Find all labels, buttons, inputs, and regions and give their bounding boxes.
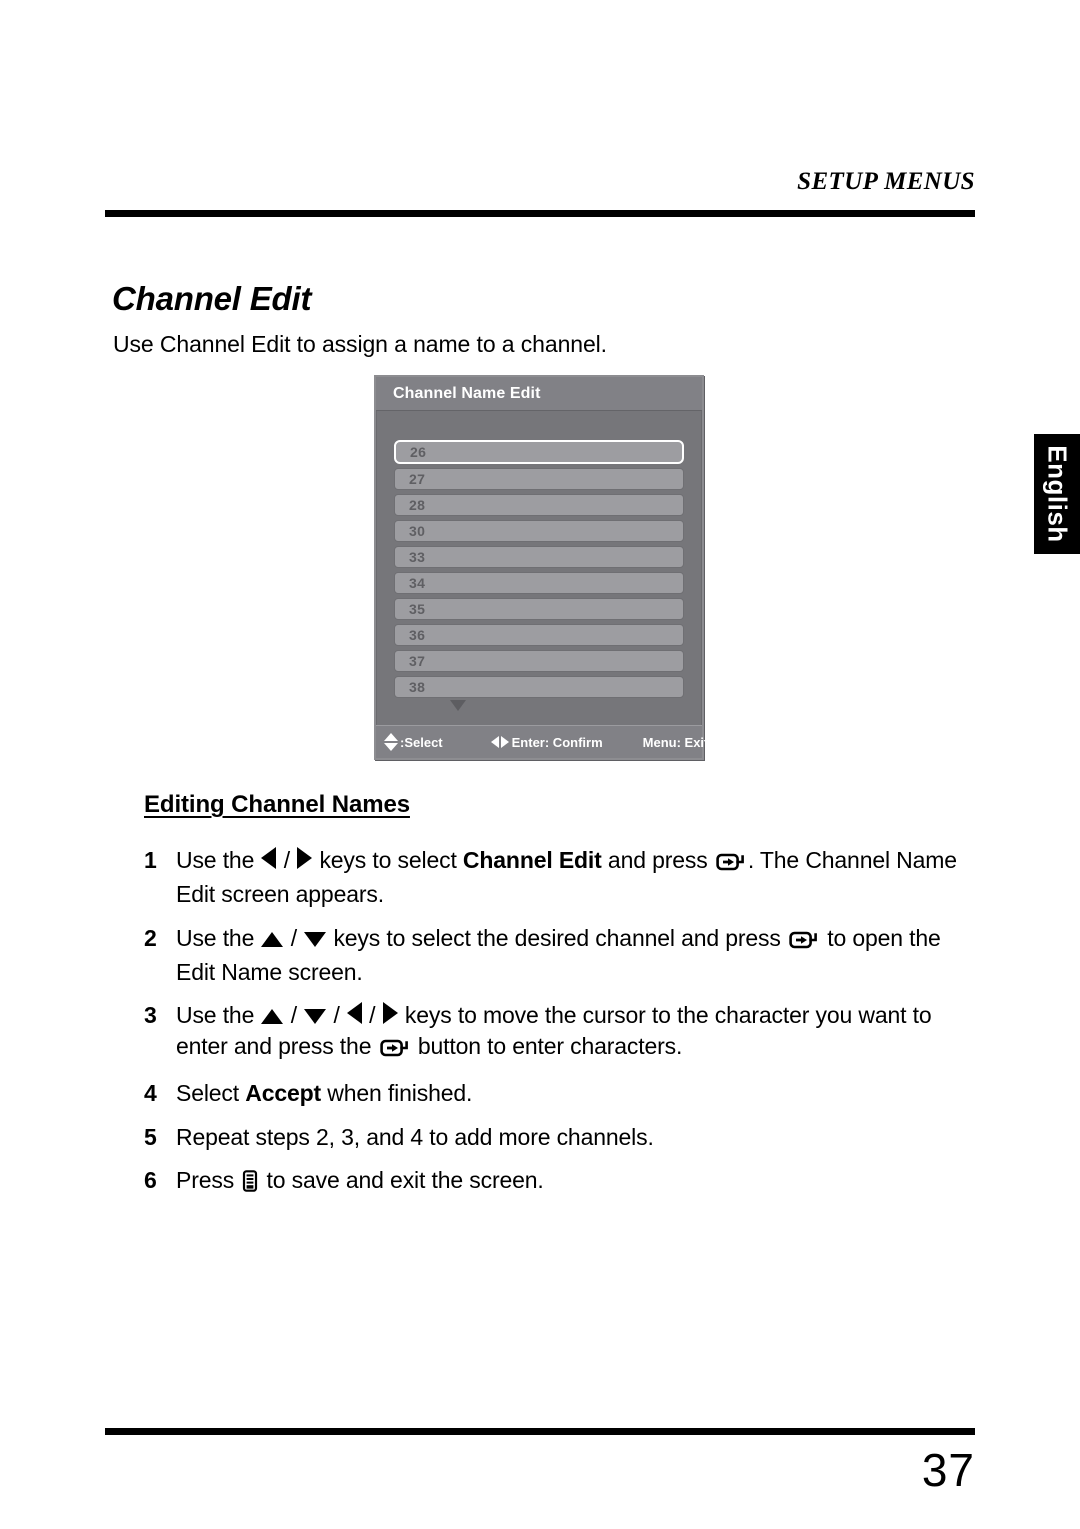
step-text: / [284, 1002, 304, 1029]
step-text: / [362, 1002, 382, 1029]
footer-exit-label: Menu: Exit [642, 734, 709, 750]
channel-row-label: 28 [409, 497, 426, 513]
step-item: 4 Select Accept when finished. [144, 1078, 974, 1108]
footer-confirm-label: Enter: Confirm [511, 734, 603, 750]
channel-row-label: 26 [410, 444, 427, 460]
step-text: Use the [176, 847, 261, 873]
footer-exit: Menu: Exit [643, 735, 709, 750]
language-tab: English [1034, 434, 1080, 554]
step-number: 4 [144, 1080, 157, 1107]
enter-key-icon [379, 1035, 410, 1065]
channel-row[interactable]: 37 [394, 650, 684, 672]
intro-text: Use Channel Edit to assign a name to a c… [113, 331, 607, 357]
step-item: 5 Repeat steps 2, 3, and 4 to add more ch… [144, 1122, 974, 1152]
step-emphasis: Accept [245, 1080, 322, 1107]
channel-row[interactable]: 35 [394, 598, 684, 620]
step-text: / [277, 847, 297, 873]
step-number: 5 [144, 1123, 157, 1150]
up-down-arrows-icon [384, 733, 398, 751]
arrow-down-icon [304, 931, 327, 947]
channel-row[interactable]: 34 [394, 572, 684, 594]
arrow-right-icon [382, 1002, 398, 1025]
arrow-down-icon [304, 1009, 327, 1025]
channel-row[interactable]: 28 [394, 494, 684, 516]
running-head: SETUP MENUS [797, 168, 975, 195]
step-text: to save and exit the screen. [260, 1166, 544, 1193]
language-tab-label: English [1042, 445, 1073, 543]
arrow-left-icon [261, 847, 277, 869]
channel-row[interactable]: 27 [394, 468, 684, 490]
arrow-right-icon [297, 847, 313, 869]
channel-row-label: 36 [409, 627, 426, 643]
step-text: keys to select [313, 847, 463, 873]
steps-list: 1 Use the / keys to select Channel Edit a… [144, 845, 974, 1212]
channel-row-label: 30 [409, 523, 426, 539]
channel-row-label: 27 [409, 471, 426, 487]
scroll-down-icon[interactable] [450, 700, 466, 711]
arrow-left-icon [346, 1002, 362, 1025]
step-item: 6 Press to save and exit the screen. [144, 1165, 974, 1199]
step-text: / [327, 1002, 346, 1029]
channel-row-label: 34 [409, 575, 426, 591]
step-text: Repeat steps 2, 3, and 4 to add more cha… [176, 1123, 654, 1150]
page-title: Channel Edit [112, 280, 312, 317]
arrow-up-icon [261, 931, 284, 947]
step-text: Press [176, 1166, 241, 1193]
channel-row[interactable]: 33 [394, 546, 684, 568]
channel-row[interactable]: 26 [394, 440, 684, 464]
page-number: 37 [921, 1444, 975, 1496]
step-text: / [284, 924, 304, 951]
channel-row-label: 33 [409, 549, 426, 565]
step-item: 1 Use the / keys to select Channel Edit a… [144, 845, 974, 910]
header-rule [105, 210, 975, 217]
osd-body: 26 27 28 30 33 34 35 36 37 38 [376, 411, 702, 725]
channel-row-label: 35 [409, 601, 426, 617]
osd-footer: :Select Enter: Confirm Menu: Exit [376, 725, 708, 758]
step-text: Select [176, 1080, 246, 1107]
footer-select: :Select [384, 733, 443, 751]
step-text: Use the [176, 924, 261, 951]
step-text: keys to select the desired channel and p… [327, 924, 787, 951]
sub-heading: Editing Channel Names [144, 791, 410, 818]
footer-rule [105, 1428, 975, 1435]
channel-row[interactable]: 36 [394, 624, 684, 646]
step-text: when finished. [321, 1080, 473, 1107]
step-text: Use the [176, 1002, 261, 1029]
channel-row-label: 38 [409, 679, 426, 695]
left-right-arrows-icon [490, 736, 509, 748]
osd-header: Channel Name Edit [376, 377, 702, 411]
step-number: 6 [144, 1166, 157, 1193]
step-text: and press [601, 847, 714, 873]
footer-confirm: Enter: Confirm [490, 734, 603, 750]
channel-row[interactable]: 38 [394, 676, 684, 698]
channel-row-label: 37 [409, 653, 426, 669]
step-item: 2 Use the / keys to select the desired ch… [144, 923, 974, 988]
channel-row[interactable]: 30 [394, 520, 684, 542]
step-text: button to enter characters. [411, 1032, 683, 1059]
footer-select-label: :Select [400, 734, 443, 750]
enter-key-icon [789, 927, 819, 957]
step-item: 3 Use the / / / keys to move the cursor t… [144, 1000, 974, 1065]
step-number: 1 [144, 847, 157, 873]
step-number: 2 [144, 924, 157, 951]
osd-title: Channel Name Edit [393, 384, 541, 402]
step-emphasis: Channel Edit [462, 847, 602, 873]
channel-list: 26 27 28 30 33 34 35 36 37 38 [394, 440, 684, 698]
step-number: 3 [144, 1002, 157, 1029]
enter-key-icon [716, 849, 746, 879]
osd-screenshot: Channel Name Edit 26 27 28 30 33 34 35 36 37 38 :… [374, 375, 708, 760]
menu-button-icon [242, 1169, 258, 1199]
arrow-up-icon [261, 1009, 284, 1025]
